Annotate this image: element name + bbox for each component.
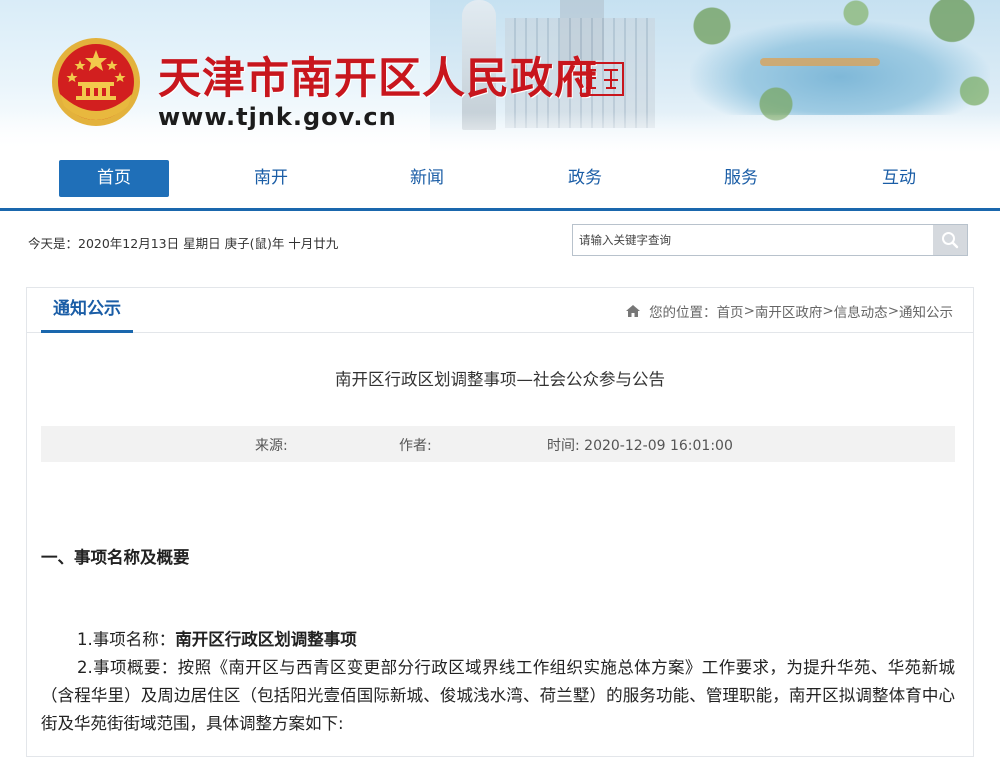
national-emblem-icon xyxy=(52,38,140,126)
breadcrumb: 您的位置： 首页 > 南开区政府 > 信息动态 > 通知公示 xyxy=(625,301,953,321)
search-button[interactable] xyxy=(933,225,967,255)
breadcrumb-info-updates[interactable]: 信息动态 xyxy=(834,301,888,321)
article-meta: 来源: 作者: 时间: 2020-12-09 16:01:00 xyxy=(41,426,955,462)
article-title: 南开区行政区划调整事项—社会公众参与公告 xyxy=(335,370,665,389)
nav-item-home[interactable]: 首页 xyxy=(59,160,169,197)
nav-item-interaction[interactable]: 互动 xyxy=(844,160,954,197)
nav-item-government-affairs[interactable]: 政务 xyxy=(530,160,640,197)
breadcrumb-prefix: 您的位置： xyxy=(649,305,717,321)
item-label: 1.事项名称： xyxy=(77,630,176,649)
item-value: 南开区行政区划调整事项 xyxy=(175,630,357,649)
nav-item-services[interactable]: 服务 xyxy=(686,160,796,197)
breadcrumb-separator: > xyxy=(743,303,755,319)
panel-header: 通知公示 您的位置： 首页 > 南开区政府 > 信息动态 > 通知公示 xyxy=(27,288,973,333)
current-date: 今天是：2020年12月13日 星期日 庚子(鼠)年 十月廿九 xyxy=(28,236,339,251)
search-input[interactable] xyxy=(573,225,933,255)
author-label: 作者: xyxy=(399,438,432,454)
article-paragraph: 2.事项概要：按照《南开区与西青区变更部分行政区域界线工作组织实施总体方案》工作… xyxy=(41,658,955,733)
header-banner: 天津市南开区人民政府 www.tjnk.gov.cn xyxy=(0,0,1000,152)
banner-bridge xyxy=(760,58,880,66)
search-icon xyxy=(942,232,959,249)
source-label: 来源: xyxy=(255,438,288,454)
site-title: 天津市南开区人民政府 xyxy=(158,54,598,104)
breadcrumb-district-gov[interactable]: 南开区政府 xyxy=(755,301,823,321)
site-url: www.tjnk.gov.cn xyxy=(158,103,397,131)
home-icon xyxy=(626,305,641,317)
breadcrumb-notices[interactable]: 通知公示 xyxy=(899,301,953,321)
nav-item-nankai[interactable]: 南开 xyxy=(216,160,326,197)
main-nav: 首页 南开 新闻 政务 服务 互动 xyxy=(0,152,1000,211)
nav-item-news[interactable]: 新闻 xyxy=(372,160,482,197)
section-heading: 一、事项名称及概要 xyxy=(41,548,190,567)
breadcrumb-separator: > xyxy=(822,303,834,319)
content-panel: 通知公示 您的位置： 首页 > 南开区政府 > 信息动态 > 通知公示 南开区行… xyxy=(26,287,974,757)
article-paragraph: 1.事项名称：南开区行政区划调整事项 xyxy=(41,626,955,654)
seal-stamp-icon xyxy=(580,62,624,96)
search-box xyxy=(572,224,968,256)
tab-notices[interactable]: 通知公示 xyxy=(41,288,133,333)
publish-time: 时间: 2020-12-09 16:01:00 xyxy=(547,438,733,454)
breadcrumb-home[interactable]: 首页 xyxy=(717,301,744,321)
breadcrumb-separator: > xyxy=(887,303,899,319)
banner-fade xyxy=(0,112,1000,152)
